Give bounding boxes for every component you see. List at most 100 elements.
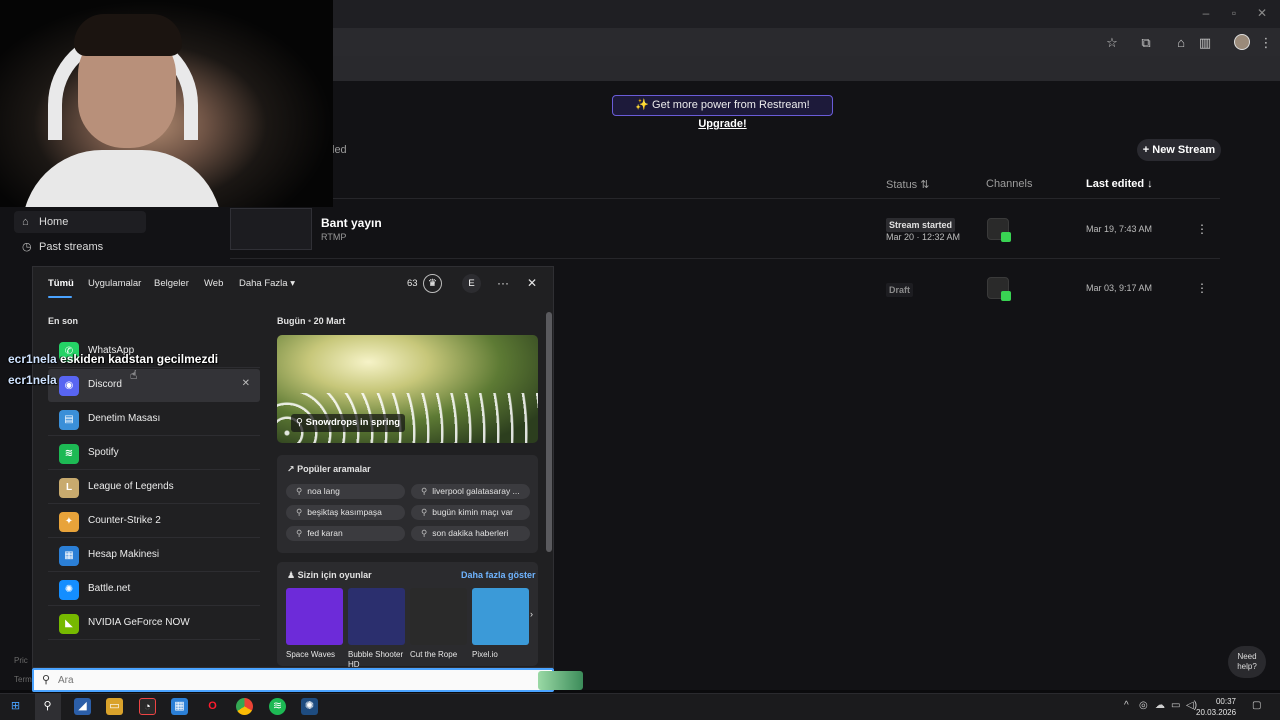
tab-more[interactable]: Daha Fazla ▾ <box>239 278 295 289</box>
hero-caption-text: Snowdrops in spring <box>305 417 401 428</box>
game-tile[interactable] <box>410 588 467 645</box>
trash-icon[interactable]: ▥ <box>1197 35 1213 51</box>
calculator-icon[interactable]: ▦ <box>171 698 188 715</box>
app-label: Counter-Strike 2 <box>88 515 161 526</box>
hero-caption[interactable]: ⚲ Snowdrops in spring <box>291 414 406 432</box>
sidebar-item-home[interactable]: ⌂ Home <box>14 211 146 233</box>
start-windows-icon[interactable]: ⊞ <box>7 698 24 715</box>
popular-search-text: bugün kimin maçı var <box>432 507 514 517</box>
app-label: NVIDIA GeForce NOW <box>88 617 190 628</box>
popular-search-text: son dakika haberleri <box>432 528 509 538</box>
profile-avatar[interactable] <box>1234 34 1250 50</box>
pricing-link[interactable]: Pric <box>14 656 28 665</box>
tray-chevron-icon[interactable]: ^ <box>1124 700 1129 711</box>
discord-icon: ◉ <box>59 376 79 396</box>
scrollbar-thumb[interactable] <box>546 312 552 552</box>
game-label[interactable]: Space Waves <box>286 650 346 660</box>
app-item-discord[interactable]: ◉ Discord ✕ <box>48 369 260 402</box>
popular-search-pill[interactable]: ⚲ son dakika haberleri <box>411 526 530 541</box>
popular-search-pill[interactable]: ⚲ noa lang <box>286 484 405 499</box>
popular-search-pill[interactable]: ⚲ beşiktaş kasımpaşa <box>286 505 405 520</box>
app-item-spotify[interactable]: ≋ Spotify <box>48 437 260 470</box>
popular-search-pill[interactable]: ⚲ liverpool galatasaray ... <box>411 484 530 499</box>
network-icon[interactable]: ▭ <box>1171 700 1180 711</box>
app-item-nvidia-geforce-now[interactable]: ◣ NVIDIA GeForce NOW <box>48 607 260 640</box>
games-title: ♟ Sizin için oyunlar <box>287 570 372 581</box>
stream-options-icon[interactable]: ⋮ <box>1196 281 1208 295</box>
rewards-points: 63 <box>407 278 418 289</box>
stream-options-icon[interactable]: ⋮ <box>1196 222 1208 236</box>
extensions-icon[interactable]: ⧉ <box>1138 35 1154 51</box>
taskbar-app-icon[interactable]: ◢ <box>74 698 91 715</box>
webcam-person-shirt <box>22 150 222 207</box>
game-label[interactable]: Bubble Shooter HD <box>348 650 408 670</box>
game-tile[interactable] <box>348 588 405 645</box>
streams-tab-partial[interactable]: led <box>332 144 347 156</box>
game-tile[interactable] <box>286 588 343 645</box>
tab-web[interactable]: Web <box>204 278 223 289</box>
app-label: Spotify <box>88 447 119 458</box>
stream-title[interactable]: Bant yayın <box>321 216 382 230</box>
popular-search-pill[interactable]: ⚲ bugün kimin maçı var <box>411 505 530 520</box>
remove-recent-icon[interactable]: ✕ <box>242 378 250 389</box>
app-item-battle-net[interactable]: ✺ Battle.net <box>48 573 260 606</box>
upgrade-link[interactable]: Upgrade! <box>698 118 746 130</box>
app-item-denetim-masas-[interactable]: ▤ Denetim Masası <box>48 403 260 436</box>
channel-icon[interactable] <box>987 218 1011 242</box>
tab-all[interactable]: Tümü <box>48 278 74 289</box>
taskbar-clock[interactable]: 00:37 20.03.2026 <box>1196 696 1236 718</box>
extension-pin-icon[interactable]: ⌂ <box>1173 35 1189 51</box>
game-label[interactable]: Cut the Rope <box>410 650 470 660</box>
browser-menu-icon[interactable]: ⋮ <box>1258 35 1274 51</box>
last-edited-column-header[interactable]: Last edited ↓ <box>1086 178 1153 190</box>
last-edited-date: Mar 03, 9:17 AM <box>1086 283 1153 293</box>
stream-thumbnail[interactable] <box>230 208 312 250</box>
terms-link[interactable]: Term <box>14 675 32 684</box>
notifications-icon[interactable]: ▢ <box>1252 700 1261 711</box>
search-highlight-art[interactable] <box>538 671 583 690</box>
search-icon: ⚲ <box>421 486 428 496</box>
game-label[interactable]: Pixel.io <box>472 650 532 660</box>
app-item-hesap-makinesi[interactable]: ▦ Hesap Makinesi <box>48 539 260 572</box>
rewards-trophy-icon[interactable]: ♛ <box>423 274 442 293</box>
minimize-icon[interactable]: – <box>1196 6 1216 20</box>
show-more-games-link[interactable]: Daha fazla göster <box>461 570 536 580</box>
active-tab-indicator <box>48 296 72 298</box>
window-close-icon[interactable]: ✕ <box>1252 6 1272 20</box>
new-stream-button[interactable]: + New Stream <box>1137 139 1221 161</box>
app-item-counter-strike-2[interactable]: ✦ Counter-Strike 2 <box>48 505 260 538</box>
taskbar-app-icon[interactable]: ◔ <box>139 698 156 715</box>
games-next-icon[interactable]: › <box>530 609 533 619</box>
webcam-person-hair <box>74 14 182 56</box>
tab-documents[interactable]: Belgeler <box>154 278 189 289</box>
opera-icon[interactable]: O <box>204 698 221 715</box>
app-item-league-of-legends[interactable]: L League of Legends <box>48 471 260 504</box>
status-column-header[interactable]: Status ⇅ <box>886 178 929 191</box>
file-explorer-icon[interactable]: ▭ <box>106 698 123 715</box>
account-avatar[interactable]: E <box>462 274 481 293</box>
close-icon[interactable]: ✕ <box>527 276 537 290</box>
game-tile[interactable] <box>472 588 529 645</box>
upgrade-banner[interactable]: ✨ Get more power from Restream! Upgrade! <box>612 95 833 130</box>
tab-apps[interactable]: Uygulamalar <box>88 278 141 289</box>
restore-icon[interactable]: ▫ <box>1224 6 1244 20</box>
chat-username: ecr1nela <box>8 352 57 366</box>
last-edited-date: Mar 19, 7:43 AM <box>1086 224 1153 234</box>
trending-icon: ↗ <box>287 464 295 474</box>
need-help-button[interactable]: Need help? <box>1228 646 1266 678</box>
app-label: Hesap Makinesi <box>88 549 160 560</box>
sidebar-item-past-streams[interactable]: ◷ Past streams <box>14 236 146 258</box>
popular-search-pill[interactable]: ⚲ fed karan <box>286 526 405 541</box>
taskbar-app-icon[interactable]: ✺ <box>301 698 318 715</box>
search-input[interactable] <box>58 673 498 687</box>
taskbar-search-icon[interactable]: ⚲ <box>39 698 56 715</box>
channel-icon[interactable] <box>987 277 1011 301</box>
spotify-icon[interactable]: ≋ <box>269 698 286 715</box>
more-options-icon[interactable]: ··· <box>497 276 509 290</box>
bookmark-star-icon[interactable]: ☆ <box>1104 35 1120 51</box>
counter-strike-icon: ✦ <box>59 512 79 532</box>
chrome-icon[interactable] <box>236 698 253 715</box>
steam-icon[interactable]: ◎ <box>1139 700 1148 711</box>
search-box[interactable]: ⚲ <box>32 668 583 692</box>
tray-app-icon[interactable]: ☁ <box>1155 700 1165 711</box>
